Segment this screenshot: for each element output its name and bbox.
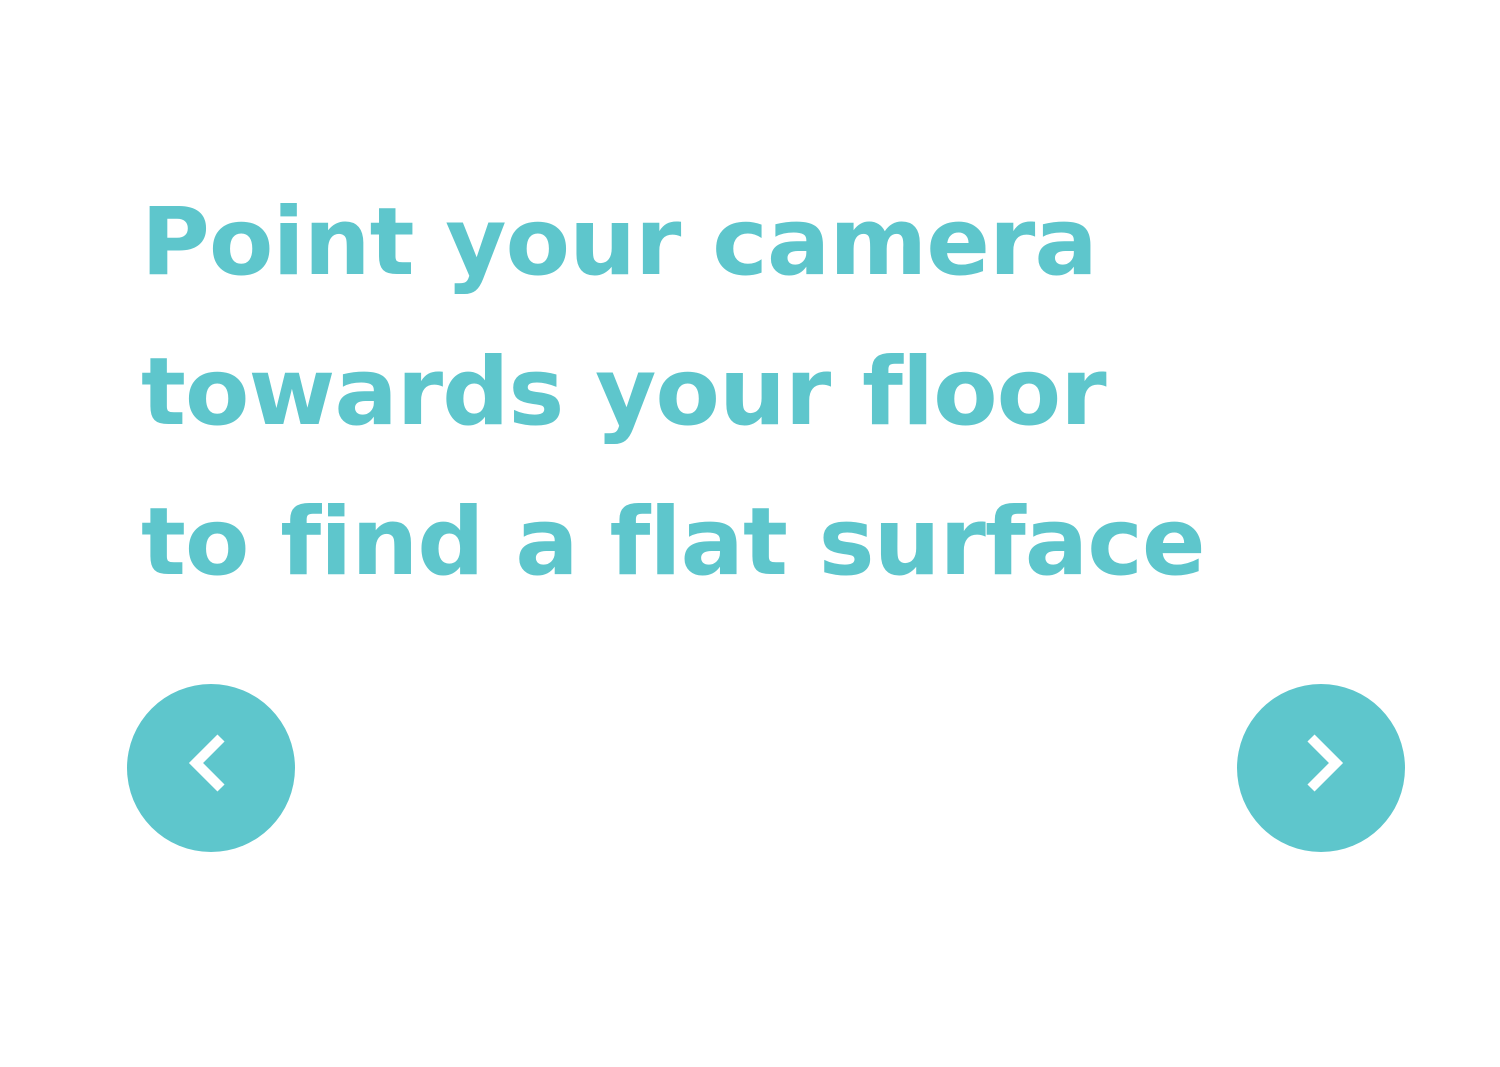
chevron-left-icon <box>188 734 225 792</box>
ar-onboarding-screen: Point your camera towards your floor to … <box>0 0 1500 1067</box>
chevron-right-icon <box>1307 734 1344 792</box>
instruction-line-2: towards your floor <box>141 338 1107 447</box>
next-button[interactable] <box>1237 684 1405 852</box>
instruction-text: Point your camera towards your floor to … <box>141 168 1206 618</box>
instruction-line-1: Point your camera <box>141 188 1098 297</box>
previous-button[interactable] <box>127 684 295 852</box>
instruction-line-3: to find a flat surface <box>141 488 1206 597</box>
